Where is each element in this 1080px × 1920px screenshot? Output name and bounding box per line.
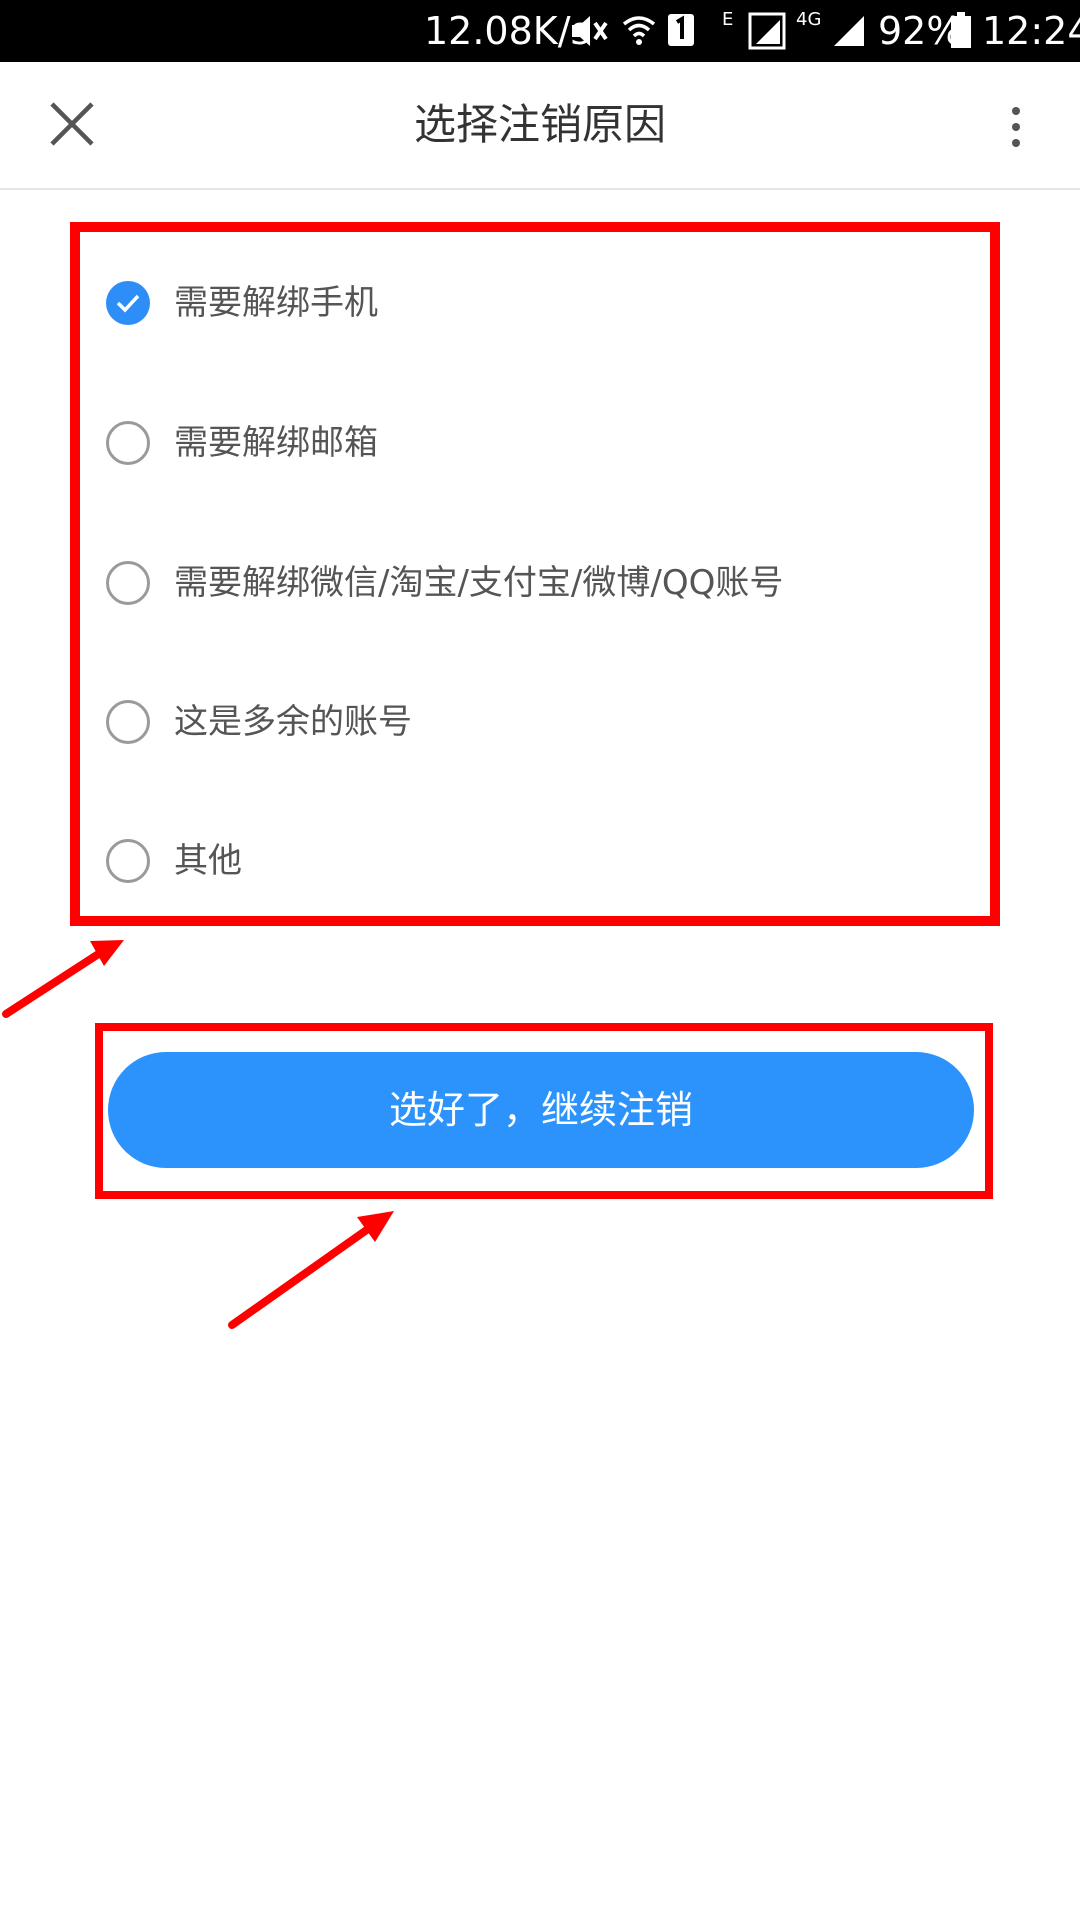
app-header: 选择注销原因 bbox=[0, 62, 1080, 190]
signal-icon bbox=[832, 0, 870, 62]
reason-option-label: 需要解绑手机 bbox=[174, 283, 378, 323]
wifi-icon bbox=[622, 0, 662, 62]
reason-option-label: 其他 bbox=[174, 841, 242, 881]
reason-option-label: 需要解绑邮箱 bbox=[174, 423, 378, 463]
page-title: 选择注销原因 bbox=[413, 100, 666, 149]
more-options-button[interactable] bbox=[1000, 102, 1032, 152]
radio-unchecked-icon[interactable] bbox=[106, 421, 150, 465]
reason-option-other[interactable]: 其他 bbox=[104, 821, 984, 901]
reason-option-label: 这是多余的账号 bbox=[174, 702, 412, 742]
network-type-4g: 4G bbox=[796, 9, 822, 30]
network-speed: 12.08K/s bbox=[424, 9, 591, 53]
annotation-arrow-icon bbox=[2, 940, 124, 1018]
radio-unchecked-icon[interactable] bbox=[106, 700, 150, 744]
battery-icon bbox=[950, 0, 972, 62]
reason-option-unbind-email[interactable]: 需要解绑邮箱 bbox=[104, 403, 984, 483]
signal-icon bbox=[748, 0, 788, 62]
sim-icon bbox=[666, 0, 700, 62]
mute-icon bbox=[568, 0, 612, 62]
radio-checked-icon[interactable] bbox=[106, 281, 150, 325]
more-vert-icon bbox=[1012, 107, 1020, 147]
network-type-e: E bbox=[722, 9, 734, 30]
reason-option-unbind-phone[interactable]: 需要解绑手机 bbox=[104, 263, 984, 343]
reason-option-redundant-account[interactable]: 这是多余的账号 bbox=[104, 682, 984, 762]
continue-cancellation-button[interactable]: 选好了，继续注销 bbox=[108, 1052, 974, 1168]
reason-option-label: 需要解绑微信/淘宝/支付宝/微博/QQ账号 bbox=[174, 563, 784, 603]
radio-unchecked-icon[interactable] bbox=[106, 561, 150, 605]
clock: 12:24 bbox=[982, 9, 1080, 53]
radio-unchecked-icon[interactable] bbox=[106, 839, 150, 883]
annotation-arrow-icon bbox=[228, 1211, 394, 1329]
reason-option-unbind-social-accounts[interactable]: 需要解绑微信/淘宝/支付宝/微博/QQ账号 bbox=[104, 543, 984, 623]
status-bar: 12.08K/s E 4G 92% 12:24 bbox=[0, 0, 1080, 62]
